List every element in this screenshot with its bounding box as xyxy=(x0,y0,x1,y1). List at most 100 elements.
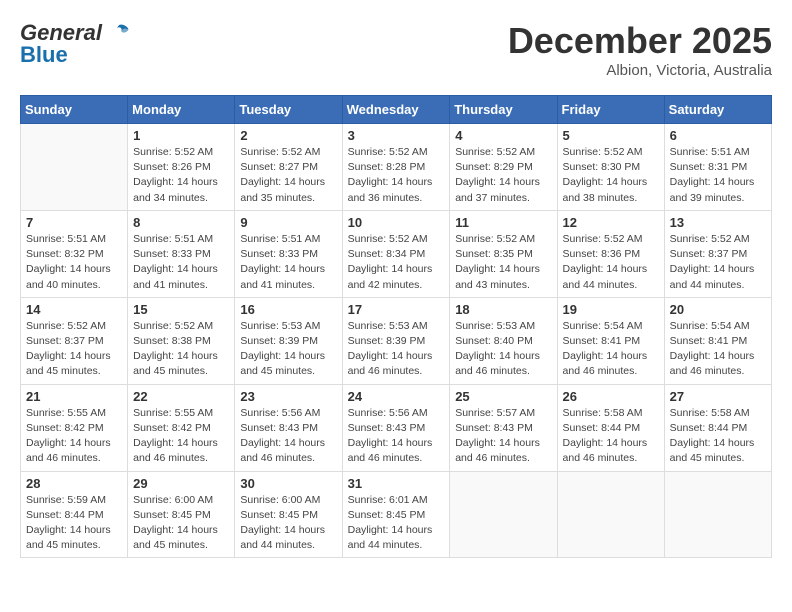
daylight: Daylight: 14 hours and 44 minutes. xyxy=(240,524,325,551)
calendar-day: 10 Sunrise: 5:52 AM Sunset: 8:34 PM Dayl… xyxy=(342,210,450,297)
day-info: Sunrise: 5:52 AM Sunset: 8:27 PM Dayligh… xyxy=(240,145,336,206)
day-info: Sunrise: 5:52 AM Sunset: 8:29 PM Dayligh… xyxy=(455,145,551,206)
day-info: Sunrise: 5:52 AM Sunset: 8:36 PM Dayligh… xyxy=(563,232,659,293)
day-number: 18 xyxy=(455,302,551,317)
sunrise: Sunrise: 5:57 AM xyxy=(455,407,535,419)
sunset: Sunset: 8:27 PM xyxy=(240,161,318,173)
day-number: 25 xyxy=(455,389,551,404)
calendar-day: 5 Sunrise: 5:52 AM Sunset: 8:30 PM Dayli… xyxy=(557,124,664,211)
sunset: Sunset: 8:34 PM xyxy=(348,248,426,260)
calendar-day: 8 Sunrise: 5:51 AM Sunset: 8:33 PM Dayli… xyxy=(128,210,235,297)
day-number: 29 xyxy=(133,476,229,491)
calendar-day: 7 Sunrise: 5:51 AM Sunset: 8:32 PM Dayli… xyxy=(21,210,128,297)
day-number: 24 xyxy=(348,389,445,404)
sunset: Sunset: 8:36 PM xyxy=(563,248,641,260)
calendar-day: 13 Sunrise: 5:52 AM Sunset: 8:37 PM Dayl… xyxy=(664,210,771,297)
calendar-day: 31 Sunrise: 6:01 AM Sunset: 8:45 PM Dayl… xyxy=(342,471,450,558)
day-info: Sunrise: 5:57 AM Sunset: 8:43 PM Dayligh… xyxy=(455,406,551,467)
sunset: Sunset: 8:33 PM xyxy=(133,248,211,260)
day-info: Sunrise: 5:52 AM Sunset: 8:34 PM Dayligh… xyxy=(348,232,445,293)
daylight: Daylight: 14 hours and 39 minutes. xyxy=(670,176,755,203)
day-number: 15 xyxy=(133,302,229,317)
day-info: Sunrise: 5:52 AM Sunset: 8:38 PM Dayligh… xyxy=(133,319,229,380)
calendar-day: 2 Sunrise: 5:52 AM Sunset: 8:27 PM Dayli… xyxy=(235,124,342,211)
title-area: December 2025 Albion, Victoria, Australi… xyxy=(508,20,772,79)
day-info: Sunrise: 5:51 AM Sunset: 8:33 PM Dayligh… xyxy=(240,232,336,293)
day-info: Sunrise: 5:52 AM Sunset: 8:28 PM Dayligh… xyxy=(348,145,445,206)
calendar-day: 27 Sunrise: 5:58 AM Sunset: 8:44 PM Dayl… xyxy=(664,384,771,471)
daylight: Daylight: 14 hours and 46 minutes. xyxy=(240,437,325,464)
day-info: Sunrise: 5:54 AM Sunset: 8:41 PM Dayligh… xyxy=(563,319,659,380)
sunrise: Sunrise: 6:00 AM xyxy=(133,494,213,506)
day-number: 23 xyxy=(240,389,336,404)
daylight: Daylight: 14 hours and 45 minutes. xyxy=(670,437,755,464)
sunset: Sunset: 8:40 PM xyxy=(455,335,533,347)
day-info: Sunrise: 5:58 AM Sunset: 8:44 PM Dayligh… xyxy=(670,406,766,467)
day-info: Sunrise: 5:52 AM Sunset: 8:35 PM Dayligh… xyxy=(455,232,551,293)
sunset: Sunset: 8:37 PM xyxy=(670,248,748,260)
column-header-sunday: Sunday xyxy=(21,96,128,124)
calendar-header-row: SundayMondayTuesdayWednesdayThursdayFrid… xyxy=(21,96,772,124)
calendar-week-2: 7 Sunrise: 5:51 AM Sunset: 8:32 PM Dayli… xyxy=(21,210,772,297)
day-number: 8 xyxy=(133,215,229,230)
sunrise: Sunrise: 5:52 AM xyxy=(133,146,213,158)
sunset: Sunset: 8:39 PM xyxy=(348,335,426,347)
calendar-day: 23 Sunrise: 5:56 AM Sunset: 8:43 PM Dayl… xyxy=(235,384,342,471)
sunrise: Sunrise: 5:51 AM xyxy=(240,233,320,245)
day-number: 2 xyxy=(240,128,336,143)
sunrise: Sunrise: 5:53 AM xyxy=(348,320,428,332)
sunset: Sunset: 8:42 PM xyxy=(26,422,104,434)
sunset: Sunset: 8:45 PM xyxy=(240,509,318,521)
calendar-week-1: 1 Sunrise: 5:52 AM Sunset: 8:26 PM Dayli… xyxy=(21,124,772,211)
day-number: 9 xyxy=(240,215,336,230)
sunrise: Sunrise: 5:58 AM xyxy=(563,407,643,419)
sunrise: Sunrise: 5:52 AM xyxy=(26,320,106,332)
daylight: Daylight: 14 hours and 43 minutes. xyxy=(455,263,540,290)
daylight: Daylight: 14 hours and 45 minutes. xyxy=(133,524,218,551)
column-header-wednesday: Wednesday xyxy=(342,96,450,124)
day-number: 17 xyxy=(348,302,445,317)
day-number: 30 xyxy=(240,476,336,491)
day-number: 27 xyxy=(670,389,766,404)
sunset: Sunset: 8:44 PM xyxy=(26,509,104,521)
calendar-day: 4 Sunrise: 5:52 AM Sunset: 8:29 PM Dayli… xyxy=(450,124,557,211)
sunset: Sunset: 8:30 PM xyxy=(563,161,641,173)
calendar-day: 17 Sunrise: 5:53 AM Sunset: 8:39 PM Dayl… xyxy=(342,297,450,384)
sunset: Sunset: 8:35 PM xyxy=(455,248,533,260)
sunset: Sunset: 8:44 PM xyxy=(670,422,748,434)
sunset: Sunset: 8:42 PM xyxy=(133,422,211,434)
daylight: Daylight: 14 hours and 37 minutes. xyxy=(455,176,540,203)
day-number: 3 xyxy=(348,128,445,143)
sunrise: Sunrise: 5:56 AM xyxy=(348,407,428,419)
calendar-day: 29 Sunrise: 6:00 AM Sunset: 8:45 PM Dayl… xyxy=(128,471,235,558)
daylight: Daylight: 14 hours and 34 minutes. xyxy=(133,176,218,203)
sunrise: Sunrise: 5:53 AM xyxy=(455,320,535,332)
sunset: Sunset: 8:45 PM xyxy=(133,509,211,521)
day-info: Sunrise: 5:54 AM Sunset: 8:41 PM Dayligh… xyxy=(670,319,766,380)
daylight: Daylight: 14 hours and 45 minutes. xyxy=(133,350,218,377)
month-title: December 2025 xyxy=(508,20,772,62)
calendar-day: 26 Sunrise: 5:58 AM Sunset: 8:44 PM Dayl… xyxy=(557,384,664,471)
calendar-day: 22 Sunrise: 5:55 AM Sunset: 8:42 PM Dayl… xyxy=(128,384,235,471)
day-number: 10 xyxy=(348,215,445,230)
calendar-week-4: 21 Sunrise: 5:55 AM Sunset: 8:42 PM Dayl… xyxy=(21,384,772,471)
sunrise: Sunrise: 5:53 AM xyxy=(240,320,320,332)
column-header-tuesday: Tuesday xyxy=(235,96,342,124)
day-number: 5 xyxy=(563,128,659,143)
daylight: Daylight: 14 hours and 41 minutes. xyxy=(133,263,218,290)
daylight: Daylight: 14 hours and 46 minutes. xyxy=(455,437,540,464)
calendar-day: 16 Sunrise: 5:53 AM Sunset: 8:39 PM Dayl… xyxy=(235,297,342,384)
sunrise: Sunrise: 5:55 AM xyxy=(133,407,213,419)
day-info: Sunrise: 5:52 AM Sunset: 8:37 PM Dayligh… xyxy=(26,319,122,380)
day-number: 19 xyxy=(563,302,659,317)
daylight: Daylight: 14 hours and 46 minutes. xyxy=(563,437,648,464)
day-info: Sunrise: 5:51 AM Sunset: 8:32 PM Dayligh… xyxy=(26,232,122,293)
sunrise: Sunrise: 6:01 AM xyxy=(348,494,428,506)
page-header: General Blue December 2025 Albion, Victo… xyxy=(20,20,772,79)
daylight: Daylight: 14 hours and 46 minutes. xyxy=(563,350,648,377)
day-number: 20 xyxy=(670,302,766,317)
calendar-day: 24 Sunrise: 5:56 AM Sunset: 8:43 PM Dayl… xyxy=(342,384,450,471)
calendar-day: 19 Sunrise: 5:54 AM Sunset: 8:41 PM Dayl… xyxy=(557,297,664,384)
sunrise: Sunrise: 5:52 AM xyxy=(563,233,643,245)
daylight: Daylight: 14 hours and 45 minutes. xyxy=(26,350,111,377)
